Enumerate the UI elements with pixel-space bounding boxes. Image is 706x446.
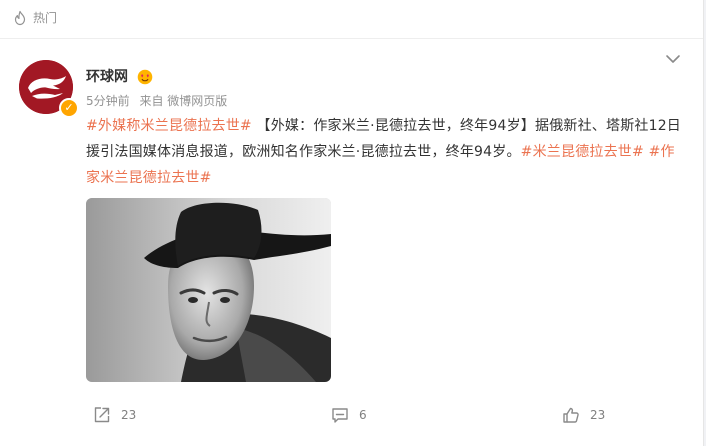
post-meta: 5分钟前 来自 微博网页版 xyxy=(86,93,233,109)
like-button[interactable]: 23 xyxy=(561,400,605,430)
like-icon xyxy=(563,407,579,423)
repost-icon xyxy=(94,407,110,423)
like-count: 23 xyxy=(590,408,606,422)
hashtag-link[interactable]: #米兰昆德拉去世# xyxy=(521,144,644,160)
post-text: #外媒称米兰昆德拉去世# 【外媒：作家米兰·昆德拉去世，终年94岁】据俄新社、塔… xyxy=(86,113,686,191)
hot-bar: 热门 xyxy=(0,0,703,39)
action-bar: 23 6 23 xyxy=(0,400,703,430)
verified-icon: ✓ xyxy=(59,98,79,118)
repost-button[interactable]: 23 xyxy=(92,400,136,430)
comment-button[interactable]: 6 xyxy=(330,400,367,430)
post-source: 来自 微博网页版 xyxy=(139,94,228,108)
hot-label: 热门 xyxy=(33,11,58,25)
hashtag-link[interactable]: #外媒称米兰昆德拉去世# xyxy=(86,118,252,134)
fire-icon xyxy=(14,10,26,26)
post-time[interactable]: 5分钟前 xyxy=(86,94,130,108)
comment-count: 6 xyxy=(359,408,367,422)
post-image[interactable] xyxy=(86,198,331,382)
username[interactable]: 环球网 xyxy=(86,68,128,86)
feed-card: 热门 ✓ 环球网 5分钟前 来自 微博网页版 #外媒称米兰昆德拉去世# 【外媒：… xyxy=(0,0,704,446)
repost-count: 23 xyxy=(121,408,137,422)
emoji-badge-icon[interactable] xyxy=(137,69,153,85)
chevron-down-icon[interactable] xyxy=(664,52,682,66)
portrait-photo xyxy=(86,198,331,382)
comment-icon xyxy=(332,408,348,423)
